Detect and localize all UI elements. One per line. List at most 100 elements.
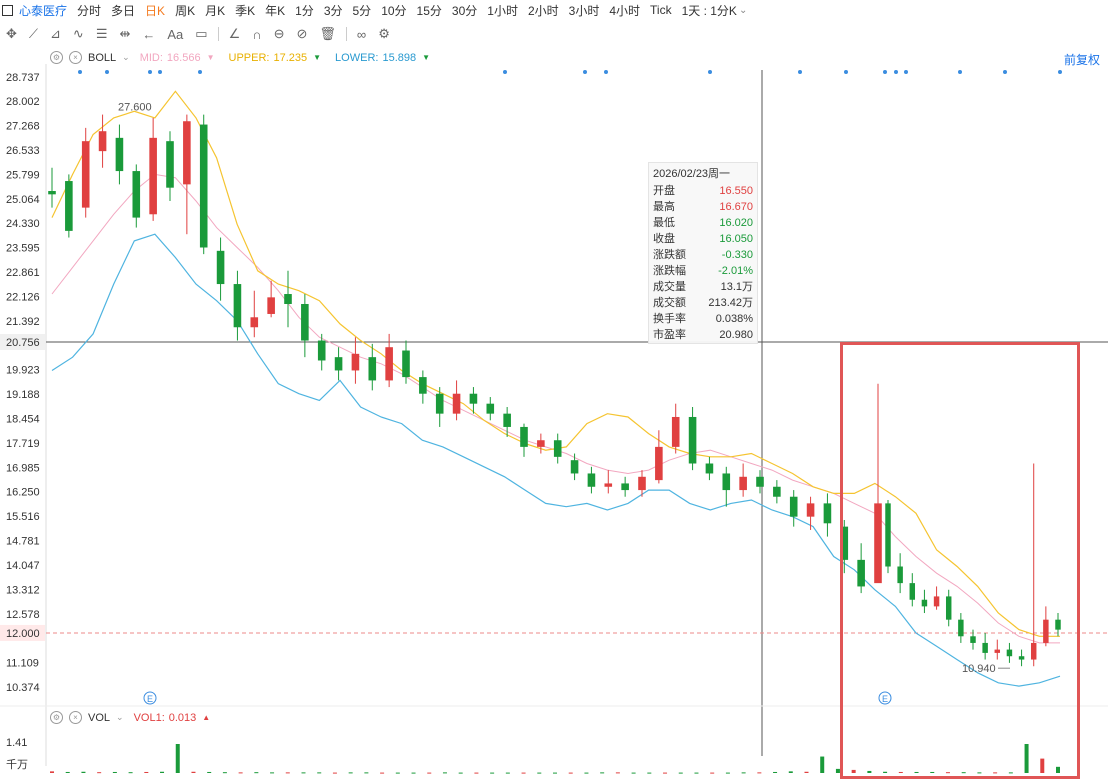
move-icon[interactable]: ✥	[6, 26, 17, 42]
volume-bar	[945, 772, 950, 774]
candle-body	[587, 473, 596, 487]
volume-bar	[914, 771, 919, 773]
tooltip-key: 涨跌幅	[653, 265, 686, 277]
settings-icon[interactable]: ⚙	[378, 26, 390, 42]
event-dot	[198, 70, 202, 74]
period-tab[interactable]: 季K	[235, 2, 255, 19]
tooltip-value: 0.038%	[715, 313, 753, 325]
volume-bar	[961, 772, 966, 774]
link-icon[interactable]: ∞	[357, 27, 366, 42]
text-icon[interactable]: Aa	[167, 27, 183, 42]
volume-bar	[505, 772, 510, 774]
tooltip-row: 市盈率 20.980	[649, 327, 757, 343]
vol-axis-label: 1.41	[6, 737, 27, 749]
price-annotation: 27.600	[118, 102, 152, 114]
period-tab[interactable]: 1小时	[487, 2, 518, 19]
period-tab-active[interactable]: 日K	[145, 2, 165, 19]
volume-bar	[710, 772, 715, 774]
period-tab[interactable]: 周K	[175, 2, 195, 19]
period-tab[interactable]: 2小时	[528, 2, 559, 19]
chevron-down-icon[interactable]: ⌄	[739, 5, 747, 16]
candle-body	[705, 463, 714, 474]
trash-icon[interactable]: 🗑	[319, 26, 336, 42]
volume-bar	[883, 771, 888, 773]
period-tab[interactable]: 分时	[77, 2, 101, 19]
line-icon[interactable]: ⟋	[29, 26, 38, 42]
volume-bar	[50, 771, 54, 773]
candle-body	[553, 440, 562, 457]
period-tab[interactable]: 5分	[353, 2, 372, 19]
candle-body	[874, 503, 882, 584]
candle-body	[1018, 656, 1025, 660]
tooltip-row: 涨跌幅 -2.01%	[649, 263, 757, 279]
tooltip-key: 最高	[653, 201, 675, 213]
arrow-icon[interactable]: ←	[142, 27, 155, 42]
candle-body	[789, 496, 798, 517]
tooltip-row: 开盘 16.550	[649, 183, 757, 199]
wave-icon[interactable]: ∿	[73, 26, 84, 42]
volume-bar	[490, 772, 495, 774]
y-tick-label: 25.799	[6, 169, 40, 181]
settings-icon[interactable]: ⚙	[50, 711, 63, 724]
hide-icon[interactable]: ⊘	[297, 26, 308, 42]
interval-select[interactable]: 1天 : 1分K	[682, 2, 737, 19]
volume-bar	[175, 744, 180, 773]
volume-bar	[1008, 772, 1013, 774]
candle-body	[81, 141, 90, 208]
circle-icon[interactable]: ⊖	[274, 26, 285, 42]
y-tick-label: 10.374	[6, 682, 40, 694]
fib-icon[interactable]: ☰	[96, 26, 108, 42]
arc-icon[interactable]: ∩	[252, 27, 261, 42]
stock-name[interactable]: 心泰医疗	[19, 2, 67, 19]
angle-icon[interactable]: ∠	[229, 26, 241, 42]
volume-bar	[835, 768, 840, 773]
volume-bar	[332, 772, 337, 774]
period-tab[interactable]: 15分	[417, 2, 442, 19]
toolbar-divider	[345, 27, 347, 41]
chevron-down-icon[interactable]: ⌄	[116, 712, 124, 723]
period-tab[interactable]: 月K	[205, 2, 225, 19]
period-tab[interactable]: 1分	[295, 2, 314, 19]
candle-body	[1055, 619, 1061, 630]
volume-bar	[1024, 744, 1029, 773]
volume-bar	[788, 771, 793, 773]
event-dot	[904, 70, 908, 74]
tooltip-row: 最低 16.020	[649, 215, 757, 231]
candle-body	[570, 460, 579, 474]
period-tab[interactable]: 年K	[265, 2, 285, 19]
close-icon[interactable]: ×	[69, 711, 82, 724]
period-tab[interactable]: 10分	[381, 2, 406, 19]
tooltip-key: 涨跌额	[653, 249, 686, 261]
note-icon[interactable]: ▭	[195, 26, 207, 42]
volume-bar	[694, 772, 699, 774]
volume-bar	[270, 772, 275, 774]
period-tab[interactable]: 30分	[452, 2, 477, 19]
vol1-label: VOL1:	[133, 711, 165, 724]
volume-bar	[521, 772, 526, 774]
event-dot	[105, 70, 109, 74]
y-tick-label: 17.719	[6, 438, 40, 450]
channel-icon[interactable]: ⊿	[50, 26, 61, 42]
range-icon[interactable]: ⇹	[119, 26, 130, 42]
candle-body	[334, 357, 343, 371]
volume-bar	[474, 772, 479, 774]
event-dot	[844, 70, 848, 74]
candle-body	[65, 181, 73, 231]
period-tab[interactable]: 4小时	[609, 2, 640, 19]
period-tab[interactable]: 多日	[111, 2, 135, 19]
tooltip-row: 成交量 13.1万	[649, 279, 757, 295]
candle-body	[233, 284, 242, 328]
volume-bar	[222, 772, 227, 774]
period-tab[interactable]: 3分	[324, 2, 343, 19]
tooltip-value: 20.980	[719, 329, 753, 341]
period-tab[interactable]: 3小时	[569, 2, 600, 19]
candle-body	[267, 297, 275, 314]
kline-chart[interactable]: 28.737 28.002 27.268 26.533 25.799 25.064 24.3…	[0, 46, 1108, 783]
period-tab[interactable]: Tick	[650, 3, 672, 17]
volume-bar	[254, 772, 259, 774]
price-annotation: 10.940	[962, 663, 996, 675]
event-dot	[708, 70, 712, 74]
candle-body	[301, 303, 309, 341]
candle-body	[921, 599, 928, 607]
volume-bar	[977, 772, 982, 774]
